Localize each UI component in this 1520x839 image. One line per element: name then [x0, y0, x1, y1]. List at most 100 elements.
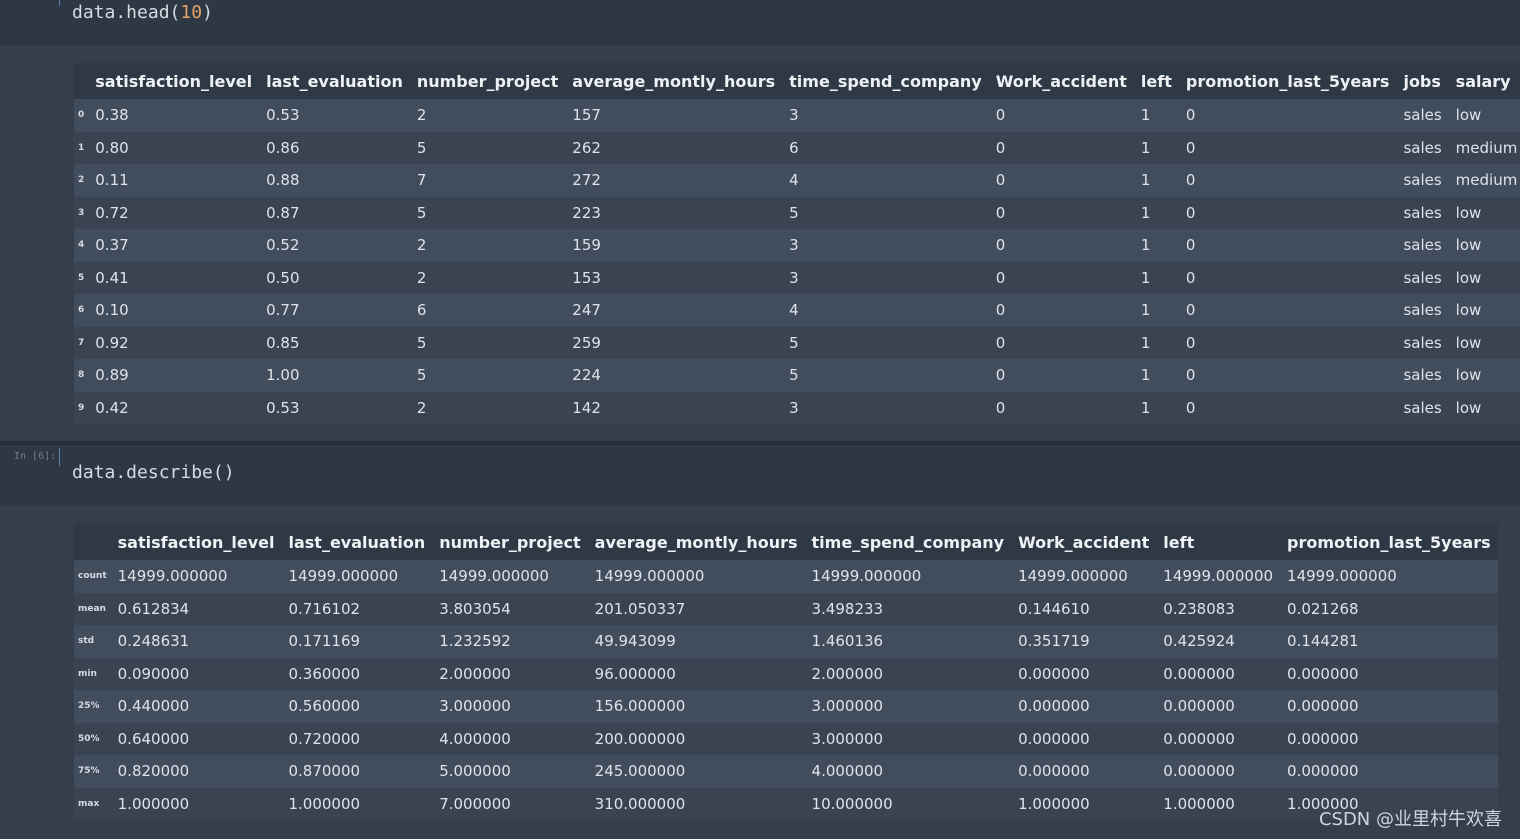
table-cell: 0.38: [88, 99, 260, 132]
table-cell: 0.640000: [110, 722, 282, 755]
row-index-label: 75%: [74, 755, 111, 788]
table-cell: 0.612834: [110, 592, 282, 625]
table-cell: 272: [565, 164, 783, 197]
table-row: 0 0.38 0.53 2 157 3 0 1 0 sales low: [74, 99, 1520, 132]
column-header: average_montly_hours: [587, 524, 805, 560]
table-cell: 0.000000: [1156, 690, 1281, 723]
table-cell: 1: [1133, 391, 1179, 424]
table-cell: 3: [782, 99, 989, 132]
column-header: number_project: [432, 524, 588, 560]
row-index-label: 7: [74, 326, 89, 359]
table-row: 25% 0.440000 0.560000 3.000000 156.000000 3.0…: [74, 690, 1498, 723]
table-cell: 0.360000: [281, 657, 433, 690]
row-index-label: 0: [74, 99, 89, 132]
table-cell: 0.80: [88, 131, 260, 164]
table-cell: medium: [1448, 164, 1520, 197]
table-cell: 0.72: [88, 196, 260, 229]
table-cell: 1.000000: [1156, 787, 1281, 820]
column-header: left: [1156, 524, 1281, 560]
table-cell: 0.11: [88, 164, 260, 197]
table-cell: 0.000000: [1280, 755, 1498, 788]
table-cell: 153: [565, 261, 783, 294]
table-row: 1 0.80 0.86 5 262 6 0 1 0 sales medium: [74, 131, 1520, 164]
cell-1-input[interactable]: data.head(10): [0, 0, 1520, 45]
table-cell: medium: [1448, 131, 1520, 164]
table-cell: 201.050337: [587, 592, 805, 625]
table-cell: low: [1448, 359, 1520, 392]
row-index-label: 2: [74, 164, 89, 197]
row-index-label: std: [74, 625, 111, 658]
table-cell: 3: [782, 391, 989, 424]
table-cell: 3.498233: [804, 592, 1012, 625]
table-cell: 0.248631: [110, 625, 282, 658]
row-index-label: 5: [74, 261, 89, 294]
table-cell: 5.000000: [432, 755, 588, 788]
cell-2-output: satisfaction_level last_evaluation number_…: [0, 505, 1520, 839]
table-cell: 0.000000: [1156, 657, 1281, 690]
table-cell: 0: [1178, 391, 1397, 424]
column-header: last_evaluation: [259, 63, 410, 99]
table-row: mean 0.612834 0.716102 3.803054 201.050337 3.…: [74, 592, 1498, 625]
table-cell: 0.42: [88, 391, 260, 424]
head-dataframe-table: satisfaction_level last_evaluation number_…: [74, 63, 1520, 424]
column-header: time_spend_company: [782, 63, 989, 99]
table-cell: 0.560000: [281, 690, 433, 723]
table-cell: 5: [409, 359, 566, 392]
table-cell: low: [1448, 391, 1520, 424]
row-index-label: min: [74, 657, 111, 690]
column-header: left: [1133, 63, 1179, 99]
table-cell: 2: [409, 391, 566, 424]
table-cell: 1: [1133, 99, 1179, 132]
describe-dataframe-table: satisfaction_level last_evaluation number_…: [74, 524, 1498, 820]
table-cell: 0.425924: [1156, 625, 1281, 658]
table-cell: sales: [1396, 131, 1449, 164]
column-header: average_montly_hours: [565, 63, 783, 99]
table-cell: 14999.000000: [281, 560, 433, 593]
table-cell: 0.000000: [1011, 657, 1157, 690]
table-cell: 0.440000: [110, 690, 282, 723]
table-cell: 0.53: [259, 99, 410, 132]
table-cell: 0.41: [88, 261, 260, 294]
column-header: last_evaluation: [281, 524, 433, 560]
index-header-corner: [74, 63, 89, 99]
column-header: salary: [1448, 63, 1520, 99]
table-cell: 14999.000000: [587, 560, 805, 593]
table-cell: low: [1448, 99, 1520, 132]
cell-1-prompt-bar: [59, 0, 60, 6]
table-cell: 0.000000: [1280, 690, 1498, 723]
table-cell: 262: [565, 131, 783, 164]
table-cell: 2: [409, 99, 566, 132]
table-cell: 1: [1133, 359, 1179, 392]
cell-2-input[interactable]: In [6]: data.describe(): [0, 445, 1520, 505]
describe-table-header-row: satisfaction_level last_evaluation number_…: [74, 524, 1498, 560]
table-cell: 6: [409, 294, 566, 327]
table-cell: 14999.000000: [432, 560, 588, 593]
table-cell: low: [1448, 326, 1520, 359]
column-header: promotion_last_5years: [1178, 63, 1397, 99]
table-cell: 14999.000000: [804, 560, 1012, 593]
table-cell: 0.37: [88, 229, 260, 262]
table-cell: sales: [1396, 229, 1449, 262]
cell-2-code[interactable]: data.describe(): [72, 462, 235, 483]
table-cell: 0.000000: [1011, 722, 1157, 755]
table-cell: 0.000000: [1011, 690, 1157, 723]
table-cell: 0: [1178, 326, 1397, 359]
table-cell: 7: [409, 164, 566, 197]
row-index-label: max: [74, 787, 111, 820]
table-cell: 0.820000: [110, 755, 282, 788]
cell-1-code[interactable]: data.head(10): [72, 2, 213, 23]
table-cell: 0: [988, 326, 1134, 359]
column-header: promotion_last_5years: [1280, 524, 1498, 560]
table-cell: 0.77: [259, 294, 410, 327]
table-cell: 0.92: [88, 326, 260, 359]
table-cell: 0.870000: [281, 755, 433, 788]
table-cell: 4.000000: [804, 755, 1012, 788]
table-cell: 14999.000000: [1280, 560, 1498, 593]
table-cell: sales: [1396, 196, 1449, 229]
column-header: satisfaction_level: [88, 63, 260, 99]
table-cell: 0: [1178, 164, 1397, 197]
cell-1-output: satisfaction_level last_evaluation number_…: [0, 45, 1520, 441]
column-header: number_project: [409, 63, 566, 99]
table-cell: 2: [409, 261, 566, 294]
table-cell: 0: [1178, 261, 1397, 294]
